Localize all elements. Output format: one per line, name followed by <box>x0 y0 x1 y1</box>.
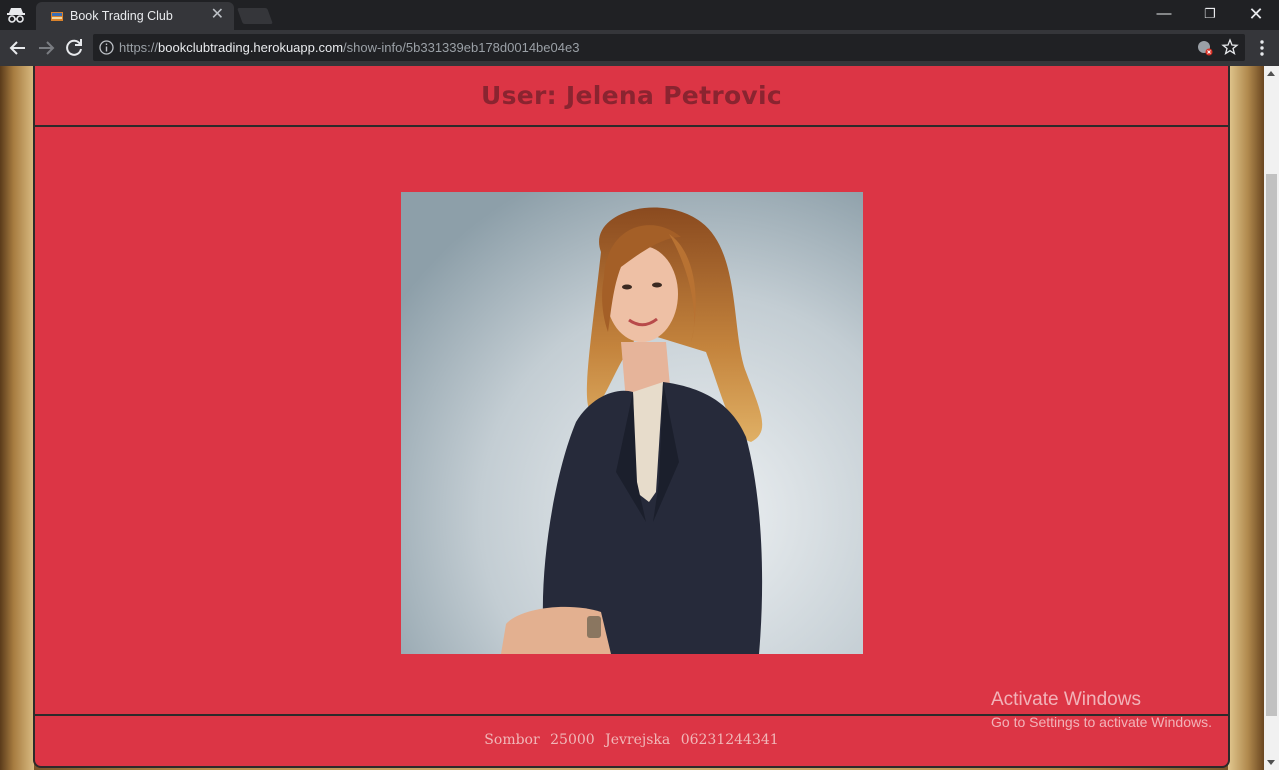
parchment-background-left <box>0 66 34 770</box>
watermark-title: Activate Windows <box>991 689 1141 710</box>
vertical-scrollbar[interactable] <box>1264 66 1279 770</box>
url-host: bookclubtrading.herokuapp.com <box>158 40 344 55</box>
parchment-background-right <box>1228 66 1264 770</box>
incognito-icon <box>7 8 25 23</box>
blocked-cookie-icon[interactable] <box>1197 40 1213 56</box>
windows-activation-watermark: Activate Windows Go to Settings to activ… <box>991 689 1212 730</box>
url-text[interactable]: https://bookclubtrading.herokuapp.com/sh… <box>119 40 579 55</box>
browser-tab-bar: Book Trading Club ✕ — ❐ ✕ <box>0 0 1279 30</box>
page-title: User: Jelena Petrovic <box>480 81 783 110</box>
url-scheme: https:// <box>119 40 159 55</box>
window-minimize-button[interactable]: — <box>1141 0 1187 30</box>
window-restore-button[interactable]: ❐ <box>1187 0 1233 30</box>
new-tab-button[interactable] <box>237 8 273 24</box>
user-contact-info: Sombor 25000 Jevrejska 06231244341 <box>484 732 779 748</box>
url-path: /show-info/5b331339eb178d0014be04e3 <box>343 40 580 55</box>
tab-title: Book Trading Club <box>70 9 173 23</box>
scrollbar-thumb[interactable] <box>1266 174 1277 716</box>
reload-icon[interactable] <box>62 36 86 60</box>
user-info-card: User: Jelena Petrovic Sombor 25000 Jevre… <box>33 66 1230 768</box>
tab-close-icon[interactable]: ✕ <box>211 7 224 23</box>
card-header: User: Jelena Petrovic <box>35 66 1228 127</box>
page-viewport: User: Jelena Petrovic Sombor 25000 Jevre… <box>0 66 1264 770</box>
browser-menu-icon[interactable] <box>1255 38 1269 58</box>
bookmark-star-icon[interactable] <box>1221 38 1239 56</box>
browser-toolbar: https://bookclubtrading.herokuapp.com/sh… <box>0 30 1279 66</box>
back-arrow-icon[interactable] <box>6 36 30 60</box>
browser-tab-active[interactable]: Book Trading Club ✕ <box>36 2 234 30</box>
window-close-button[interactable]: ✕ <box>1233 0 1279 30</box>
scroll-down-arrow-icon[interactable] <box>1267 760 1275 765</box>
user-photo <box>401 192 863 654</box>
address-bar[interactable]: https://bookclubtrading.herokuapp.com/sh… <box>93 34 1245 61</box>
scroll-up-arrow-icon[interactable] <box>1267 71 1275 76</box>
forward-arrow-icon[interactable] <box>34 36 58 60</box>
book-favicon-icon <box>51 12 63 21</box>
site-info-icon[interactable] <box>99 40 114 55</box>
user-portrait-image <box>401 192 863 654</box>
watermark-subtitle: Go to Settings to activate Windows. <box>991 714 1212 730</box>
